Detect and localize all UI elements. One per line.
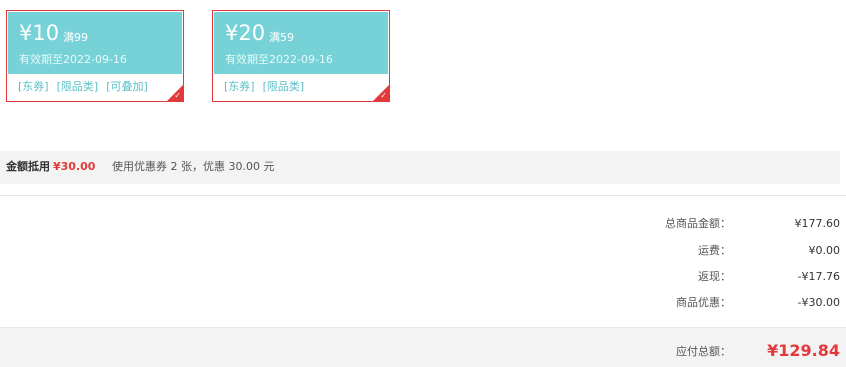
check-icon: ✓: [380, 91, 387, 100]
coupon-tag: [东券]: [18, 80, 49, 93]
promo-value: -¥30.00: [797, 296, 840, 309]
shipping-row: 运费： ¥0.00: [0, 243, 846, 259]
coupon-tag: [限品类]: [262, 80, 305, 93]
coupon-condition: 满99: [63, 31, 88, 44]
check-icon: ✓: [174, 91, 181, 100]
coupon-amount: ¥20: [225, 21, 266, 45]
cashback-value: -¥17.76: [797, 270, 840, 283]
coupon-tags: [东券] [限品类] [可叠加]: [18, 80, 156, 94]
discount-value: ¥30.00: [53, 160, 96, 173]
coupon-card-1[interactable]: ¥10 满99 有效期至2022-09-16 [东券] [限品类] [可叠加] ✓: [6, 10, 184, 102]
cashback-label: 返现：: [698, 270, 731, 283]
coupon-tag: [限品类]: [56, 80, 99, 93]
discount-label: 金额抵用: [6, 160, 50, 173]
coupon-tag: [可叠加]: [106, 80, 148, 93]
coupon-header: ¥20 满59 有效期至2022-09-16: [214, 12, 388, 74]
coupon-tags: [东券] [限品类]: [224, 80, 312, 94]
coupon-validity: 有效期至2022-09-16: [19, 53, 127, 66]
section-divider: [0, 195, 846, 196]
coupon-card-2[interactable]: ¥20 满59 有效期至2022-09-16 [东券] [限品类] ✓: [212, 10, 390, 102]
coupon-validity: 有效期至2022-09-16: [225, 53, 333, 66]
total-label: 应付总额：: [676, 345, 731, 358]
coupon-discount-bar: 金额抵用 ¥30.00 使用优惠券 2 张，优惠 30.00 元: [0, 151, 840, 184]
discount-summary: 使用优惠券 2 张，优惠 30.00 元: [112, 160, 275, 173]
coupon-tag: [东券]: [224, 80, 255, 93]
coupon-amount: ¥10: [19, 21, 60, 45]
total-value: ¥129.84: [767, 341, 840, 360]
subtotal-row: 总商品金额： ¥177.60: [0, 216, 846, 232]
cashback-row: 返现： -¥17.76: [0, 269, 846, 285]
coupon-header: ¥10 满99 有效期至2022-09-16: [8, 12, 182, 74]
subtotal-value: ¥177.60: [794, 217, 841, 230]
promo-label: 商品优惠：: [676, 296, 731, 309]
promo-row: 商品优惠： -¥30.00: [0, 295, 846, 311]
shipping-value: ¥0.00: [808, 244, 841, 257]
coupon-condition: 满59: [269, 31, 294, 44]
shipping-label: 运费：: [698, 244, 731, 257]
subtotal-label: 总商品金额：: [665, 217, 731, 230]
total-bar: 应付总额： ¥129.84: [0, 327, 846, 367]
